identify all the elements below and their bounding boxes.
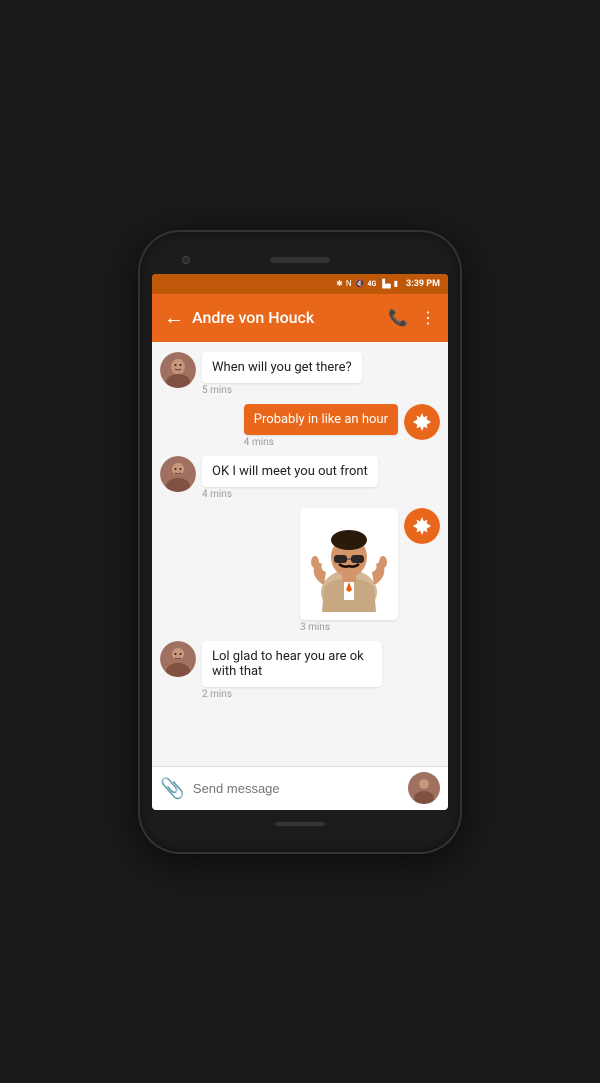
avatar: [160, 641, 196, 677]
call-icon[interactable]: 📞: [388, 308, 408, 327]
back-button[interactable]: ←: [164, 305, 184, 330]
table-row: When will you get there? 5 mins: [160, 352, 440, 396]
sticker-image: [304, 512, 394, 612]
table-row: Probably in like an hour 4 mins: [160, 404, 440, 448]
signal-icon: ▐▄: [379, 279, 390, 288]
table-row: OK I will meet you out front 4 mins: [160, 456, 440, 500]
bubble-wrapper: Lol glad to hear you are ok with that 2 …: [202, 641, 382, 700]
contact-name: Andre von Houck: [192, 308, 380, 327]
bluetooth-icon: ✱: [336, 279, 343, 288]
sender-avatar: [404, 404, 440, 440]
message-text: Probably in like an hour: [254, 412, 388, 427]
bubble-wrapper: 3 mins: [300, 508, 398, 633]
send-avatar: [408, 772, 440, 804]
message-time: 3 mins: [300, 622, 398, 633]
message-text: When will you get there?: [212, 360, 352, 375]
camera: [182, 256, 190, 264]
battery-icon: ▮: [394, 279, 398, 288]
message-time: 4 mins: [202, 489, 378, 500]
phone-top: [152, 250, 448, 270]
screen: ✱ N 🔇 4G ▐▄ ▮ 3:39 PM ← Andre von Houck …: [152, 274, 448, 810]
avatar: [160, 352, 196, 388]
phone-bottom: [152, 814, 448, 834]
phone-frame: ✱ N 🔇 4G ▐▄ ▮ 3:39 PM ← Andre von Houck …: [140, 232, 460, 852]
message-text: Lol glad to hear you are ok with that: [212, 649, 364, 679]
status-bar: ✱ N 🔇 4G ▐▄ ▮ 3:39 PM: [152, 274, 448, 294]
input-bar: 📎: [152, 766, 448, 810]
avatar: [404, 404, 440, 440]
sender-avatar: [404, 508, 440, 544]
table-row: 3 mins: [160, 508, 440, 633]
mute-icon: 🔇: [355, 279, 365, 288]
toolbar-icons: 📞 ⋮: [388, 308, 436, 327]
status-icons: ✱ N 🔇 4G ▐▄ ▮: [336, 279, 398, 288]
home-indicator: [275, 822, 325, 826]
avatar: [404, 508, 440, 544]
message-time: 5 mins: [202, 385, 362, 396]
message-bubble: When will you get there?: [202, 352, 362, 383]
avatar: [160, 456, 196, 492]
table-row: Lol glad to hear you are ok with that 2 …: [160, 641, 440, 700]
status-time: 3:39 PM: [406, 279, 440, 289]
speaker: [270, 257, 330, 263]
message-time: 4 mins: [244, 437, 398, 448]
more-options-icon[interactable]: ⋮: [420, 308, 436, 327]
bubble-wrapper: OK I will meet you out front 4 mins: [202, 456, 378, 500]
messages-area: When will you get there? 5 mins: [152, 342, 448, 766]
bubble-wrapper: When will you get there? 5 mins: [202, 352, 362, 396]
message-bubble: Lol glad to hear you are ok with that: [202, 641, 382, 687]
attach-icon[interactable]: 📎: [160, 776, 185, 800]
message-bubble-orange: Probably in like an hour: [244, 404, 398, 435]
message-time: 2 mins: [202, 689, 382, 700]
message-bubble: OK I will meet you out front: [202, 456, 378, 487]
message-input[interactable]: [193, 781, 400, 796]
message-text: OK I will meet you out front: [212, 464, 368, 479]
data-icon: 4G: [368, 280, 377, 288]
nfc-icon: N: [346, 279, 352, 288]
bubble-wrapper: Probably in like an hour 4 mins: [244, 404, 398, 448]
toolbar: ← Andre von Houck 📞 ⋮: [152, 294, 448, 342]
